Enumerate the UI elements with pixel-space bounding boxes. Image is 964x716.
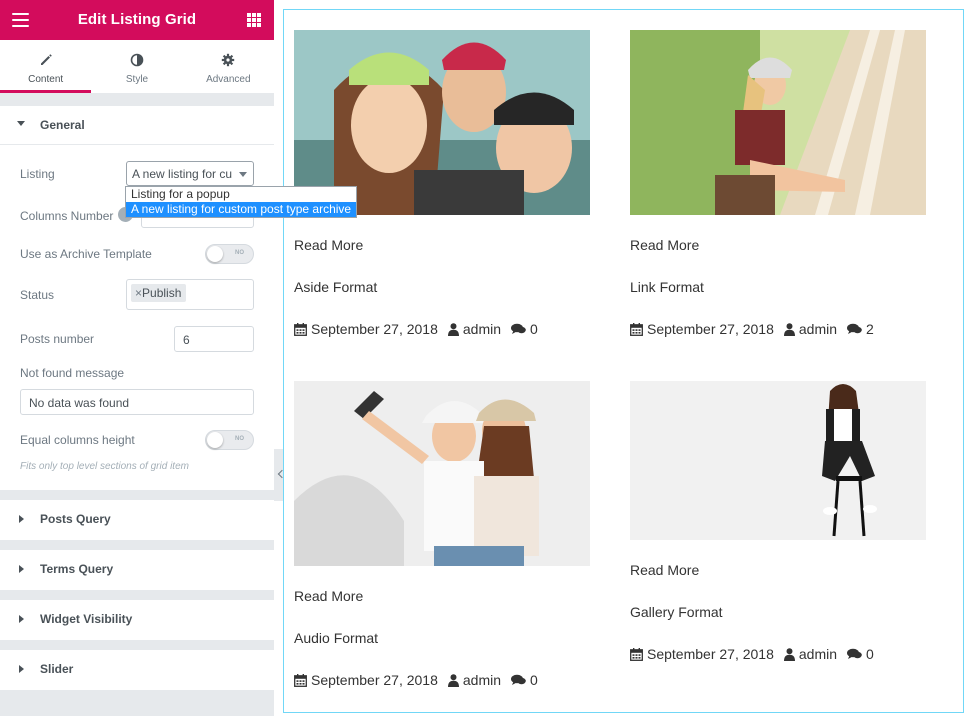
calendar-icon: [294, 673, 307, 687]
slider-heading: Slider: [40, 662, 74, 676]
editor-panel: Edit Listing Grid Content Style Advanced…: [0, 0, 357, 716]
tab-advanced-label: Advanced: [206, 74, 251, 85]
calendar-icon: [630, 647, 643, 661]
listing-select-value: A new listing for cu: [132, 167, 233, 181]
user-icon: [783, 322, 795, 336]
caret-right-icon: [19, 515, 24, 523]
post-read-more[interactable]: Read More: [630, 237, 699, 253]
panel-tabs: Content Style Advanced: [0, 40, 274, 94]
caret-right-icon: [19, 665, 24, 673]
caret-down-icon: [17, 121, 25, 126]
listing-option-archive[interactable]: A new listing for custom post type archi…: [126, 202, 356, 217]
listing-dropdown: Listing for a popup A new listing for cu…: [125, 186, 357, 218]
toggle-knob: [207, 432, 223, 448]
archive-template-label: Use as Archive Template: [20, 247, 152, 261]
post-meta: September 27, 2018 admin 0: [294, 321, 538, 337]
post-author[interactable]: admin: [463, 321, 501, 337]
caret-right-icon: [19, 565, 24, 573]
posts-number-value: 6: [183, 333, 190, 347]
equal-height-label: Equal columns height: [20, 433, 135, 447]
terms-query-header: Terms Query: [0, 550, 274, 589]
post-author[interactable]: admin: [799, 646, 837, 662]
posts-query-section[interactable]: Posts Query: [0, 500, 274, 540]
widget-visibility-heading: Widget Visibility: [40, 612, 133, 626]
post-title[interactable]: Aside Format: [294, 279, 377, 295]
comments-icon: [847, 323, 862, 335]
general-section-header[interactable]: General: [0, 106, 274, 145]
comments-icon: [511, 323, 526, 335]
remove-chip-icon[interactable]: ×: [135, 286, 142, 300]
tab-style[interactable]: Style: [91, 40, 182, 93]
widget-visibility-section[interactable]: Widget Visibility: [0, 600, 274, 640]
status-label: Status: [20, 288, 55, 302]
status-chip: ×Publish: [131, 284, 187, 302]
general-heading: General: [40, 118, 85, 132]
user-icon: [783, 647, 795, 661]
terms-query-section[interactable]: Terms Query: [0, 550, 274, 590]
post-title[interactable]: Gallery Format: [630, 604, 723, 620]
columns-number-label: Columns Number: [20, 209, 114, 223]
archive-template-toggle[interactable]: NO: [205, 244, 254, 264]
caret-right-icon: [19, 615, 24, 623]
post-comments[interactable]: 0: [530, 672, 538, 688]
post-image-audio[interactable]: [294, 381, 590, 566]
widgets-grid-icon[interactable]: [247, 13, 261, 27]
posts-query-heading: Posts Query: [40, 512, 111, 526]
post-author[interactable]: admin: [799, 321, 837, 337]
user-icon: [447, 322, 459, 336]
post-image-gallery[interactable]: [630, 381, 926, 540]
not-found-input[interactable]: No data was found: [20, 389, 254, 415]
post-meta: September 27, 2018 admin 2: [630, 321, 874, 337]
user-icon: [447, 673, 459, 687]
post-read-more[interactable]: Read More: [630, 562, 699, 578]
post-comments[interactable]: 0: [530, 321, 538, 337]
post-date: September 27, 2018: [647, 321, 774, 337]
listing-label: Listing: [20, 167, 55, 181]
posts-number-label: Posts number: [20, 332, 95, 346]
post-author[interactable]: admin: [463, 672, 501, 688]
contrast-icon: [91, 53, 182, 69]
toggle-text: NO: [235, 250, 244, 256]
posts-number-input[interactable]: 6: [174, 326, 254, 352]
status-chip-label: Publish: [142, 286, 182, 300]
equal-height-hint: Fits only top level sections of grid ite…: [20, 461, 189, 472]
calendar-icon: [630, 322, 643, 336]
toggle-text: NO: [235, 436, 244, 442]
tab-content-label: Content: [28, 74, 64, 85]
tab-advanced[interactable]: Advanced: [183, 40, 274, 93]
terms-query-heading: Terms Query: [40, 562, 114, 576]
calendar-icon: [294, 322, 307, 336]
post-title[interactable]: Link Format: [630, 279, 704, 295]
post-meta: September 27, 2018 admin 0: [630, 646, 874, 662]
comments-icon: [511, 674, 526, 686]
equal-height-toggle[interactable]: NO: [205, 430, 254, 450]
pencil-icon: [0, 53, 91, 69]
posts-query-header: Posts Query: [0, 500, 274, 539]
comments-icon: [847, 648, 862, 660]
tab-style-label: Style: [125, 74, 149, 85]
toggle-knob: [207, 246, 223, 262]
tab-content[interactable]: Content: [0, 40, 92, 93]
slider-header: Slider: [0, 650, 274, 689]
post-date: September 27, 2018: [647, 646, 774, 662]
post-comments[interactable]: 0: [866, 646, 874, 662]
listing-select[interactable]: A new listing for cu: [126, 161, 254, 186]
not-found-label: Not found message: [20, 366, 125, 380]
post-date: September 27, 2018: [311, 672, 438, 688]
post-image-link[interactable]: [630, 30, 926, 215]
panel-title: Edit Listing Grid: [77, 11, 197, 28]
post-read-more[interactable]: Read More: [294, 588, 363, 604]
panel-header: Edit Listing Grid: [0, 0, 274, 40]
gear-icon: [183, 53, 274, 69]
post-date: September 27, 2018: [311, 321, 438, 337]
chevron-down-icon: [239, 172, 247, 177]
post-read-more[interactable]: Read More: [294, 237, 363, 253]
slider-section[interactable]: Slider: [0, 650, 274, 690]
widget-visibility-header: Widget Visibility: [0, 600, 274, 639]
post-meta: September 27, 2018 admin 0: [294, 672, 538, 688]
post-title[interactable]: Audio Format: [294, 630, 378, 646]
listing-option-popup[interactable]: Listing for a popup: [126, 187, 356, 202]
not-found-value: No data was found: [29, 396, 130, 410]
post-comments[interactable]: 2: [866, 321, 874, 337]
